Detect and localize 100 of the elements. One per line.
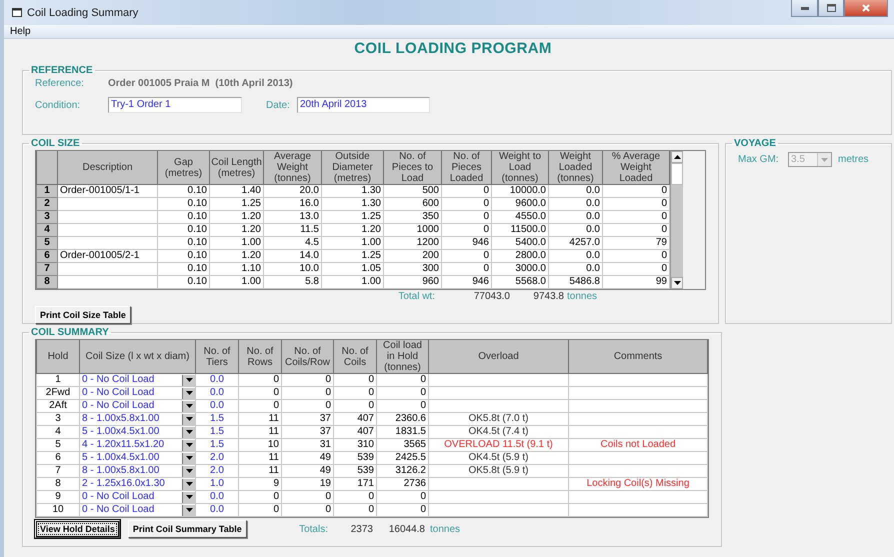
scroll-thumb[interactable] <box>671 163 683 185</box>
total-label: Total wt: <box>397 291 436 302</box>
table-cell: 1.10 <box>210 262 264 276</box>
coil-size-dropdown[interactable]: 0 - No Coil Load <box>80 374 196 386</box>
row-number: 4 <box>36 224 58 236</box>
table-cell: 11 <box>238 452 282 464</box>
date-field[interactable]: 20th April 2013 <box>297 97 430 113</box>
table-cell: 310 <box>334 438 376 452</box>
column-header: Hold <box>36 340 80 374</box>
table-cell: 16.0 <box>264 198 322 210</box>
table-cell: 31 <box>282 438 334 452</box>
window-title: Coil Loading Summary <box>27 6 138 18</box>
table-cell: 1.5 <box>196 412 238 426</box>
table-cell: 11500.0 <box>492 224 548 236</box>
table-cell: 200 <box>384 250 442 262</box>
action-button[interactable]: View Hold Details <box>35 520 120 538</box>
row-number: 1 <box>36 184 58 198</box>
table-cell: 2800.0 <box>492 250 548 262</box>
group-legend: VOYAGE <box>732 138 778 149</box>
table-cell: 1.20 <box>322 224 384 236</box>
maximize-icon <box>826 4 836 12</box>
table-cell: 1.30 <box>322 198 384 210</box>
close-icon <box>862 4 870 12</box>
table-cell: OK5.8t (5.9 t) <box>428 464 568 478</box>
table-cell: 1.25 <box>322 210 384 224</box>
table-cell: 0 <box>282 490 334 504</box>
dropdown-arrow-icon <box>821 158 828 162</box>
table-cell: Coils not Loaded <box>568 438 708 452</box>
table-cell: 0.0 <box>196 374 238 386</box>
table-cell: 0.0 <box>548 198 602 210</box>
table-cell: 10 <box>238 438 282 452</box>
table-cell: 0 <box>238 490 282 504</box>
table-cell: 0.10 <box>158 184 210 198</box>
table-cell: Order-001005/2-1 <box>58 250 158 262</box>
table-cell: 9 <box>36 490 80 504</box>
table-cell: 0 <box>238 386 282 400</box>
table-cell: 0 <box>238 400 282 412</box>
coil-size-dropdown[interactable]: 0 - No Coil Load <box>80 386 196 400</box>
coil-size-dropdown[interactable]: 5 - 1.00x4.5x1.00 <box>80 452 196 464</box>
coil-size-dropdown[interactable]: 0 - No Coil Load <box>80 400 196 412</box>
table-cell: 3000.0 <box>492 262 548 276</box>
table-cell: 0 <box>602 210 670 224</box>
action-button[interactable]: Print Coil Summary Table <box>128 520 247 538</box>
table-cell: 539 <box>334 452 376 464</box>
coil-size-dropdown[interactable]: 5 - 1.00x4.5x1.00 <box>80 426 196 438</box>
table-cell: 1.20 <box>210 250 264 262</box>
coil-size-dropdown[interactable]: 0 - No Coil Load <box>80 490 196 504</box>
coil-size-dropdown[interactable]: 0 - No Coil Load <box>80 504 196 516</box>
table-cell: 300 <box>384 262 442 276</box>
close-button[interactable] <box>844 0 888 17</box>
coil-size-dropdown[interactable]: 2 - 1.25x16.0x1.30 <box>80 478 196 490</box>
table-cell: 37 <box>282 426 334 438</box>
table-cell: 0.0 <box>548 224 602 236</box>
table-cell: 1.0 <box>196 478 238 490</box>
minimize-button[interactable] <box>791 0 818 17</box>
column-header: No. of Pieces Loaded <box>442 151 492 184</box>
column-header: Weight Loaded (tonnes) <box>548 151 602 184</box>
table-cell: 0.10 <box>158 262 210 276</box>
scroll-down-arrow-icon <box>674 281 680 285</box>
row-number: 7 <box>36 262 58 276</box>
row-number: 5 <box>36 236 58 250</box>
dropdown-arrow-icon <box>186 456 192 460</box>
condition-field[interactable]: Try-1 Order 1 <box>108 97 242 113</box>
table-cell: 2736 <box>376 478 428 490</box>
table-cell: 0.10 <box>158 224 210 236</box>
print-table-button[interactable]: Print Coil Size Table <box>35 306 131 324</box>
table-cell: Order-001005/1-1 <box>58 184 158 198</box>
table-cell: 960 <box>384 276 442 288</box>
total-label: Totals: <box>298 524 329 534</box>
field-label: Reference: <box>35 78 85 89</box>
table-cell: 0.0 <box>196 490 238 504</box>
menu-item[interactable]: Help <box>4 25 37 38</box>
table-cell: 0 <box>442 198 492 210</box>
table-cell: 0 <box>376 374 428 386</box>
coil-size-dropdown[interactable]: 4 - 1.20x11.5x1.20 <box>80 438 196 452</box>
table-cell: 11 <box>238 412 282 426</box>
table-cell: 2425.5 <box>376 452 428 464</box>
coil-size-dropdown[interactable]: 8 - 1.00x5.8x1.00 <box>80 412 196 426</box>
table-cell: 2Aft <box>36 400 80 412</box>
coil-size-dropdown[interactable]: 8 - 1.00x5.8x1.00 <box>80 464 196 478</box>
minimize-icon <box>800 6 808 10</box>
table-cell: 9600.0 <box>492 198 548 210</box>
table-cell: 0.0 <box>196 386 238 400</box>
table-cell: 0.0 <box>548 250 602 262</box>
table-cell: 11 <box>238 464 282 478</box>
unit-label: tonnes <box>566 291 598 302</box>
column-header: Coil load in Hold (tonnes) <box>376 340 428 374</box>
table-cell: 1.20 <box>210 210 264 224</box>
scrollbar[interactable] <box>670 151 683 289</box>
dropdown-arrow-icon <box>186 378 192 382</box>
table-cell: 49 <box>282 464 334 478</box>
table-cell: 1.00 <box>210 276 264 288</box>
column-header: % Average Weight Loaded <box>602 151 670 184</box>
table-cell: 0.0 <box>196 400 238 412</box>
column-header: No. of Tiers <box>196 340 238 374</box>
table-cell: OVERLOAD 11.5t (9.1 t) <box>428 438 568 452</box>
table-cell: 1.00 <box>322 276 384 288</box>
maximize-button[interactable] <box>818 0 844 17</box>
total-value: 16044.8 <box>388 524 426 534</box>
table-cell: 0 <box>442 262 492 276</box>
